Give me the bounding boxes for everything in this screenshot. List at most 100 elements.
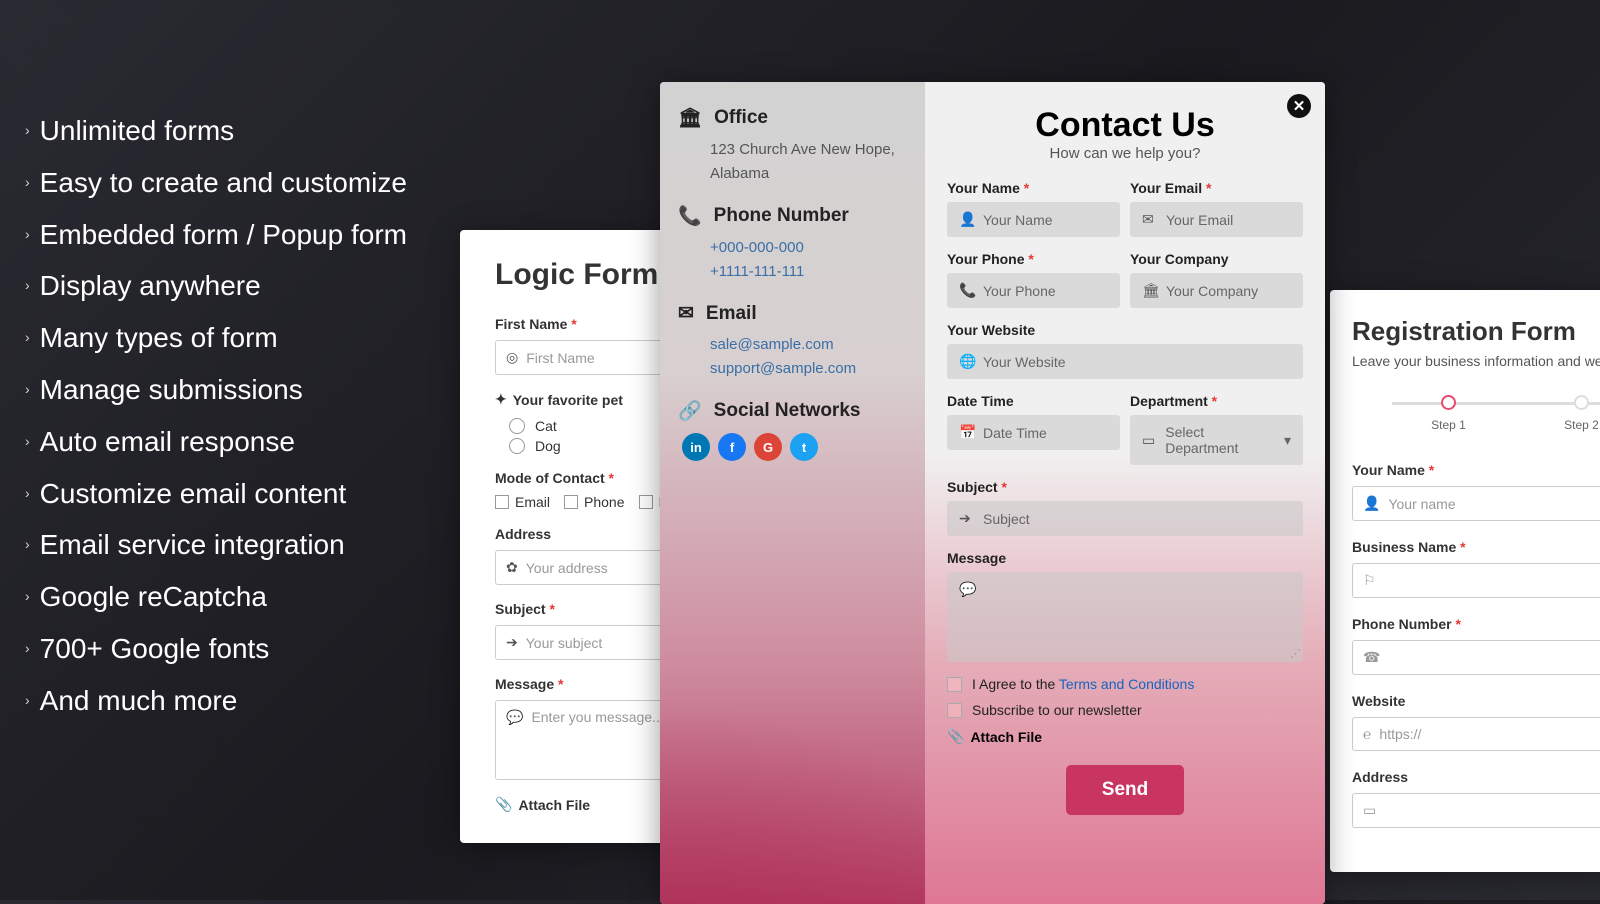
email-heading: ✉Email (678, 302, 907, 325)
contact-form: ✕ Contact Us How can we help you? Your N… (925, 82, 1325, 904)
company-input[interactable]: 🏛Your Company (1130, 273, 1303, 308)
close-button[interactable]: ✕ (1287, 94, 1311, 118)
arrow-right-icon: ➔ (959, 510, 973, 527)
user-icon: 👤 (959, 211, 973, 228)
chevron-right-icon: › (25, 481, 30, 507)
contact-subtitle: How can we help you? (947, 145, 1303, 162)
step-1[interactable]: Step 1 (1382, 395, 1515, 432)
phone-input[interactable]: 📞Your Phone (947, 273, 1120, 308)
chevron-down-icon: ▾ (1284, 432, 1291, 449)
cmessage-textarea[interactable]: 💬⋰ (947, 572, 1303, 662)
email-2[interactable]: support@sample.com (710, 357, 907, 381)
feature-item: ›700+ Google fonts (25, 623, 407, 675)
link-icon: 🔗 (678, 399, 702, 423)
reg-addr-input[interactable]: ▭ (1352, 793, 1600, 828)
feature-item: ›Easy to create and customize (25, 157, 407, 209)
phone-2[interactable]: +1111-111-111 (710, 260, 907, 284)
reg-web-label: Website (1352, 693, 1600, 709)
phone-icon: 📞 (678, 204, 702, 228)
paperclip-icon: 📎 (947, 728, 964, 745)
resize-handle-icon[interactable]: ⋰ (1290, 647, 1301, 660)
id-card-icon: ▭ (1142, 432, 1155, 449)
globe-icon: ℮ (1363, 726, 1371, 742)
user-icon: 👤 (1363, 495, 1380, 512)
paperclip-icon: 📎 (495, 796, 512, 813)
phone-icon: 📞 (959, 282, 973, 299)
chevron-right-icon: › (25, 118, 30, 144)
website-label: Your Website (947, 322, 1303, 338)
chevron-right-icon: › (25, 532, 30, 558)
bookmark-icon: ⚐ (1363, 572, 1376, 589)
contact-attach-button[interactable]: 📎Attach File (947, 728, 1303, 745)
phone-heading: 📞Phone Number (678, 204, 907, 228)
cmessage-label: Message (947, 550, 1303, 566)
email-input[interactable]: ✉Your Email (1130, 202, 1303, 237)
contact-us-card: 🏛Office 123 Church Ave New Hope, Alabama… (660, 82, 1325, 904)
feature-item: ›Customize email content (25, 468, 407, 520)
close-icon: ✕ (1293, 97, 1306, 115)
building-icon: 🏛 (678, 106, 702, 130)
send-button[interactable]: Send (1066, 765, 1184, 815)
globe-icon: 🌐 (959, 353, 973, 370)
dept-select[interactable]: ▭Select Department ▾ (1130, 415, 1303, 465)
google-icon[interactable]: G (754, 433, 782, 461)
checkbox-icon (564, 495, 578, 509)
phone-icon: ☎ (1363, 649, 1380, 666)
mode-phone[interactable]: Phone (564, 494, 624, 510)
reg-phone-input[interactable]: ☎ (1352, 640, 1600, 675)
contact-sidebar: 🏛Office 123 Church Ave New Hope, Alabama… (660, 82, 925, 904)
social-links: in f G t (682, 433, 907, 461)
social-heading: 🔗Social Networks (678, 399, 907, 423)
website-input[interactable]: 🌐Your Website (947, 344, 1303, 379)
linkedin-icon[interactable]: in (682, 433, 710, 461)
email-1[interactable]: sale@sample.com (710, 333, 907, 357)
date-input[interactable]: 📅Date Time (947, 415, 1120, 450)
card-icon: ▭ (1363, 802, 1376, 819)
chevron-right-icon: › (25, 688, 30, 714)
feature-item: ›Display anywhere (25, 260, 407, 312)
agree-checkbox[interactable]: I Agree to the Terms and Conditions (947, 676, 1303, 692)
feature-item: ›Many types of form (25, 312, 407, 364)
phone-label: Your Phone (947, 251, 1120, 267)
reg-phone-label: Phone Number (1352, 616, 1600, 632)
person-icon: ✦ (495, 391, 507, 408)
contact-title: Contact Us (947, 106, 1303, 145)
feature-item: ›Google reCaptcha (25, 571, 407, 623)
email-label: Your Email (1130, 180, 1303, 196)
step-2[interactable]: Step 2 (1515, 395, 1600, 432)
chevron-right-icon: › (25, 584, 30, 610)
name-input[interactable]: 👤Your Name (947, 202, 1120, 237)
feature-item: ›Manage submissions (25, 364, 407, 416)
newsletter-checkbox[interactable]: Subscribe to our newsletter (947, 702, 1303, 718)
mode-email[interactable]: Email (495, 494, 550, 510)
step-dot-icon (1574, 395, 1589, 410)
checkbox-icon (947, 703, 962, 718)
target-icon: ◎ (506, 349, 518, 366)
chevron-right-icon: › (25, 170, 30, 196)
reg-biz-input[interactable]: ⚐ (1352, 563, 1600, 598)
step-indicator: Step 1 Step 2 (1382, 395, 1600, 432)
twitter-icon[interactable]: t (790, 433, 818, 461)
phone-1[interactable]: +000-000-000 (710, 236, 907, 260)
gear-icon: ✿ (506, 559, 518, 576)
step-dot-icon (1441, 395, 1456, 410)
feature-item: ›Embedded form / Popup form (25, 209, 407, 261)
registration-form-card: Registration Form Leave your business in… (1330, 290, 1600, 872)
arrow-right-icon: ➔ (506, 634, 518, 651)
feature-list: ›Unlimited forms ›Easy to create and cus… (25, 105, 407, 727)
date-label: Date Time (947, 393, 1120, 409)
reg-addr-label: Address (1352, 769, 1600, 785)
feature-item: ›And much more (25, 675, 407, 727)
dept-label: Department (1130, 393, 1303, 409)
feature-item: ›Unlimited forms (25, 105, 407, 157)
facebook-icon[interactable]: f (718, 433, 746, 461)
checkbox-icon (495, 495, 509, 509)
office-heading: 🏛Office (678, 106, 907, 130)
reg-name-input[interactable]: 👤Your name (1352, 486, 1600, 521)
office-address: 123 Church Ave New Hope, Alabama (710, 138, 907, 186)
csubject-input[interactable]: ➔Subject (947, 501, 1303, 536)
building-icon: 🏛 (1142, 282, 1156, 299)
terms-link[interactable]: Terms and Conditions (1059, 676, 1194, 692)
chevron-right-icon: › (25, 377, 30, 403)
reg-web-input[interactable]: ℮https:// (1352, 717, 1600, 751)
